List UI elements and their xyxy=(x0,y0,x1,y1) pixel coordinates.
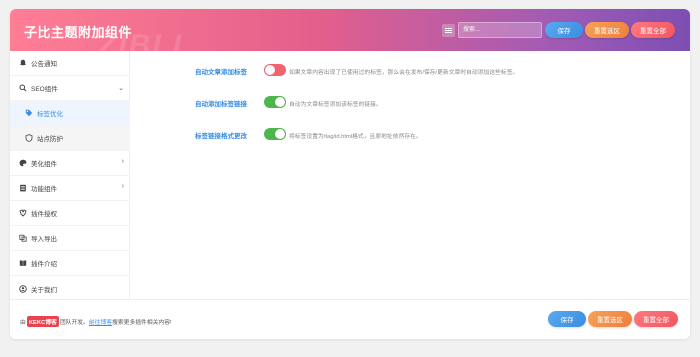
book-icon xyxy=(18,259,27,268)
sidebar-item-label: 插件授权 xyxy=(31,211,57,218)
link-format-toggle[interactable] xyxy=(264,128,286,140)
setting-description: 如果文章内容出现了已使用过的标签，那么会在发布/保存/更新文章时自动添加这些标签… xyxy=(289,70,519,76)
footer-reset-section-button[interactable]: 重置选区 xyxy=(588,311,632,327)
puzzle-icon xyxy=(18,184,27,193)
palette-icon xyxy=(18,159,27,168)
toggle-knob xyxy=(275,129,285,139)
brand-badge: KEKC博客 xyxy=(26,316,59,327)
footer-save-button[interactable]: 保存 xyxy=(548,311,586,327)
setting-row-link-format: 标签链接格式更改 将标签设置为/tag/id.html格式，且原地址依然存在。 xyxy=(131,126,690,144)
chevron-down-icon: ⌄ xyxy=(118,85,124,92)
setting-description: 自动为文章标签添加该标签的链接。 xyxy=(289,102,382,108)
search-input[interactable] xyxy=(458,22,542,38)
page-title: 子比主题附加组件 xyxy=(24,25,133,40)
sidebar-item-introduction[interactable]: 插件介绍 xyxy=(10,251,130,276)
tag-icon xyxy=(24,109,33,118)
search-icon xyxy=(18,84,27,93)
setting-description: 将标签设置为/tag/id.html格式，且原地址依然存在。 xyxy=(289,134,422,140)
user-icon xyxy=(18,284,27,293)
reset-section-button[interactable]: 重置选区 xyxy=(585,22,629,38)
footer-suffix: 搜索更多插件相关内容! xyxy=(112,320,172,326)
chevron-right-icon: › xyxy=(121,158,124,165)
setting-row-auto-tag: 自动文章添加标签 如果文章内容出现了已使用过的标签，那么会在发布/保存/更新文章… xyxy=(131,62,690,80)
sidebar-item-announcement[interactable]: 公告通知 xyxy=(10,51,130,76)
footer-bar: 由 KEKC博客 团队开发。 前往博客 搜索更多插件相关内容! 保存 重置选区 … xyxy=(10,299,690,339)
toggle-knob xyxy=(265,65,275,75)
menu-icon-bar xyxy=(445,32,452,33)
sidebar-item-label: 功能组件 xyxy=(31,186,57,193)
sidebar-item-label: 美化组件 xyxy=(31,161,57,168)
settings-content: 自动文章添加标签 如果文章内容出现了已使用过的标签，那么会在发布/保存/更新文章… xyxy=(131,51,690,299)
sidebar-item-seo[interactable]: SEO组件 ⌄ xyxy=(10,76,130,101)
setting-label: 标签链接格式更改 xyxy=(195,133,247,140)
tag-link-toggle[interactable] xyxy=(264,96,286,108)
footer-prefix: 由 xyxy=(20,320,26,326)
key-icon xyxy=(18,209,27,218)
footer-credit: 由 KEKC博客 团队开发。 前往博客 搜索更多插件相关内容! xyxy=(20,316,172,327)
setting-label: 自动文章添加标签 xyxy=(195,69,247,76)
bell-icon xyxy=(18,59,27,68)
transfer-icon xyxy=(18,234,27,243)
sidebar-item-about[interactable]: 关于我们 xyxy=(10,276,130,301)
sidebar-item-tag-optimization[interactable]: 标签优化 xyxy=(10,101,130,126)
footer-middle: 团队开发。 xyxy=(59,320,89,326)
menu-icon xyxy=(445,28,452,29)
save-button[interactable]: 保存 xyxy=(545,22,583,38)
sidebar: 公告通知 SEO组件 ⌄ 标签优化 站点防护 美化组件 › 功能组件 › 插件授… xyxy=(10,51,130,299)
header-bar: ZIBLL 子比主题附加组件 保存 重置选区 重置全部 xyxy=(10,9,690,62)
blog-link[interactable]: 前往博客 xyxy=(89,317,112,326)
sidebar-item-import-export[interactable]: 导入导出 xyxy=(10,226,130,251)
menu-toggle-button[interactable] xyxy=(442,24,455,37)
settings-panel: ZIBLL 子比主题附加组件 保存 重置选区 重置全部 公告通知 SEO组件 ⌄ xyxy=(10,9,690,339)
chevron-right-icon: › xyxy=(121,183,124,190)
sidebar-item-label: 导入导出 xyxy=(31,236,57,243)
setting-row-tag-link: 自动添加标签链接 自动为文章标签添加该标签的链接。 xyxy=(131,94,690,112)
setting-label: 自动添加标签链接 xyxy=(195,101,247,108)
sidebar-item-label: 标签优化 xyxy=(37,111,63,118)
sidebar-item-license[interactable]: 插件授权 xyxy=(10,201,130,226)
sidebar-item-label: 公告通知 xyxy=(31,61,57,68)
sidebar-item-label: 插件介绍 xyxy=(31,261,57,268)
sidebar-item-label: SEO组件 xyxy=(31,86,58,93)
menu-icon-bar xyxy=(445,30,452,31)
auto-tag-toggle[interactable] xyxy=(264,64,286,76)
sidebar-item-beautify[interactable]: 美化组件 › xyxy=(10,151,130,176)
sidebar-item-label: 关于我们 xyxy=(31,286,57,294)
sidebar-item-site-protection[interactable]: 站点防护 xyxy=(10,126,130,151)
sidebar-item-function[interactable]: 功能组件 › xyxy=(10,176,130,201)
sidebar-item-label: 站点防护 xyxy=(37,136,63,143)
reset-all-button[interactable]: 重置全部 xyxy=(631,22,675,38)
shield-icon xyxy=(24,134,33,143)
toggle-knob xyxy=(275,97,285,107)
footer-reset-all-button[interactable]: 重置全部 xyxy=(634,311,678,327)
